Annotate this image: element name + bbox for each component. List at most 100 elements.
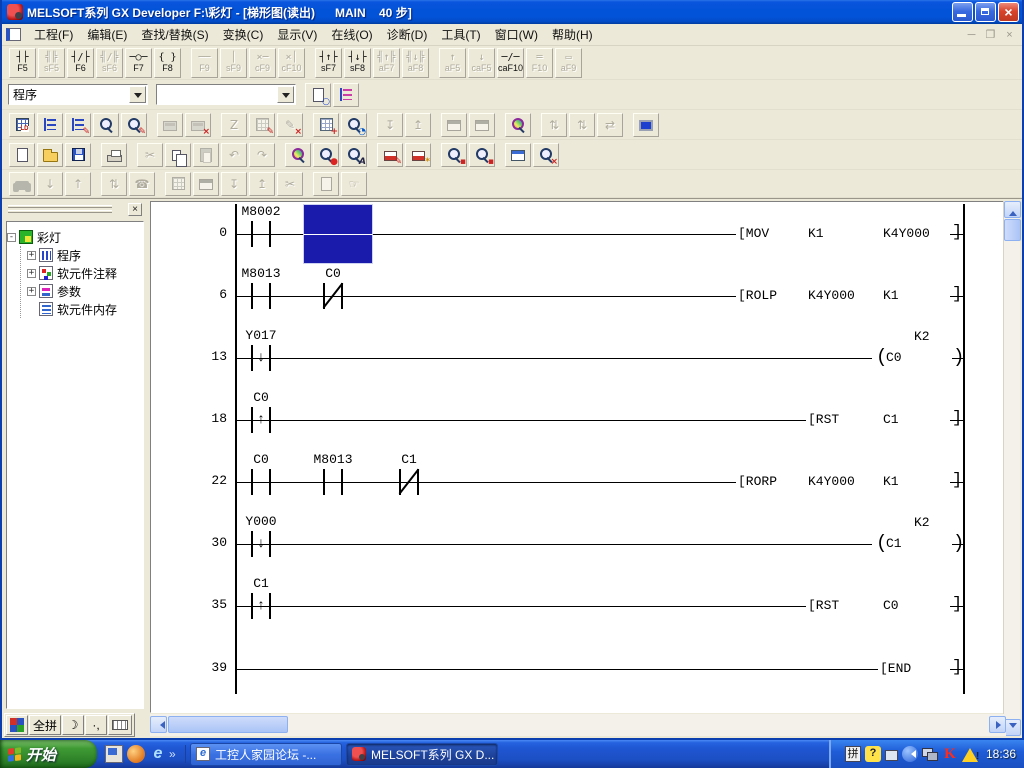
operand[interactable]: K1 (883, 473, 899, 491)
closed-contact[interactable] (323, 283, 343, 309)
start-button[interactable]: 开始 (0, 740, 97, 768)
tree-item-param[interactable]: +参数 (21, 282, 143, 300)
internet-explorer-icon[interactable]: e (149, 745, 167, 763)
coil-device[interactable]: C0 (886, 349, 902, 367)
trace-button[interactable]: * (405, 143, 431, 167)
closed-contact-button[interactable]: ┤/├F6 (67, 48, 94, 78)
ime-punctuation-button[interactable]: ·, (85, 715, 107, 735)
copy-button[interactable] (165, 143, 191, 167)
application-instruction-button[interactable]: { }F8 (154, 48, 181, 78)
zoom-out-button[interactable]: ▪ (441, 143, 467, 167)
find-device-button[interactable]: ● (313, 143, 339, 167)
alert-icon[interactable] (962, 748, 978, 762)
operand[interactable]: C0 (883, 597, 899, 615)
program-combo[interactable]: 程序 (8, 84, 148, 105)
falling-pulse-button[interactable]: ┤↓├sF8 (344, 48, 371, 78)
coil-button[interactable]: ─○─F7 (125, 48, 152, 78)
screen-switch-button[interactable] (505, 143, 531, 167)
open-contact[interactable] (251, 283, 271, 309)
ladder-monitor-button[interactable] (633, 113, 659, 137)
find-button[interactable] (285, 143, 311, 167)
ime-softkeyboard-button[interactable] (108, 715, 132, 735)
operand[interactable]: K4Y000 (808, 287, 855, 305)
grip-handle[interactable] (8, 210, 112, 213)
menu-编辑E[interactable]: 编辑(E) (80, 24, 134, 45)
language-window-icon[interactable] (885, 750, 898, 761)
task-ie-page[interactable]: 工控人家园论坛 -... (190, 743, 342, 766)
vertical-scrollbar[interactable] (1003, 201, 1020, 736)
quick-launch-more-chevron[interactable]: » (169, 745, 179, 763)
close-button[interactable]: × (998, 2, 1019, 22)
device-batch-button[interactable]: + (313, 113, 339, 137)
menu-工具T[interactable]: 工具(T) (434, 24, 487, 45)
open-contact-button[interactable]: ┤├F5 (9, 48, 36, 78)
monitor-write-mode-button[interactable]: ✎ (121, 113, 147, 137)
help-notify-icon[interactable]: ? (865, 746, 881, 762)
save-button[interactable] (65, 143, 91, 167)
scroll-down-button[interactable] (1004, 719, 1021, 736)
horizontal-scrollbar[interactable] (150, 714, 1006, 736)
device-find-combo[interactable] (156, 84, 296, 105)
comment-display-button[interactable]: ○ (305, 83, 331, 107)
hide-icons-chevron[interactable] (902, 746, 918, 762)
task-melsoft[interactable]: MELSOFT系列 GX D... (346, 743, 498, 766)
operand[interactable]: K4Y000 (883, 225, 930, 243)
mdi-restore-button[interactable]: ❐ (982, 27, 999, 42)
mdi-minimize-button[interactable]: ─ (963, 27, 980, 42)
menu-诊断D[interactable]: 诊断(D) (380, 24, 435, 45)
falling-pulse-contact[interactable]: ↓ (251, 531, 271, 557)
instruction-rst[interactable]: [RST (808, 597, 839, 615)
open-contact[interactable] (251, 469, 271, 495)
find-string-button[interactable]: A (341, 143, 367, 167)
expand-icon[interactable]: + (27, 287, 36, 296)
tree-item-comment[interactable]: +软元件注释 (21, 264, 143, 282)
menu-工程F[interactable]: 工程(F) (27, 24, 80, 45)
menu-在线O[interactable]: 在线(O) (324, 24, 379, 45)
falling-pulse-contact[interactable]: ↓ (251, 345, 271, 371)
menu-查找/替换S[interactable]: 查找/替换(S) (134, 24, 215, 45)
vertical-scroll-thumb[interactable] (1004, 219, 1021, 241)
read-mode-button[interactable] (37, 113, 63, 137)
device-test-button[interactable]: ✎ (377, 143, 403, 167)
ime-fullhalf-button[interactable]: ☽ (62, 715, 84, 735)
write-mode-button[interactable]: ✎ (65, 113, 91, 137)
tree-item-prog[interactable]: +程序 (21, 246, 143, 264)
scroll-up-button[interactable] (1004, 201, 1021, 218)
new-button[interactable] (9, 143, 35, 167)
open-button[interactable] (37, 143, 63, 167)
ladder-editor[interactable]: 0M8002[MOVK1K4Y000]6M8013C0[ROLPK4Y000K1… (150, 201, 1008, 713)
monitor-mode-button[interactable] (93, 113, 119, 137)
rising-pulse-contact[interactable]: ↑ (251, 593, 271, 619)
project-data-list-button[interactable] (333, 83, 359, 107)
horizontal-scroll-thumb[interactable] (168, 716, 288, 733)
operand[interactable]: K1 (883, 287, 899, 305)
mdi-close-button[interactable]: × (1001, 27, 1018, 42)
media-player-icon[interactable] (127, 745, 145, 763)
grip-handle[interactable] (8, 205, 112, 208)
ladder-symbol-view-button[interactable] (9, 113, 35, 137)
kaspersky-icon[interactable]: K (942, 746, 958, 762)
ladder-window-icon[interactable] (6, 28, 21, 41)
restore-button[interactable] (975, 2, 996, 22)
instruction-rorp[interactable]: [RORP (738, 473, 777, 491)
scroll-right-button[interactable] (989, 716, 1006, 733)
scroll-left-button[interactable] (150, 716, 167, 733)
print-button[interactable] (101, 143, 127, 167)
instruction-rst[interactable]: [RST (808, 411, 839, 429)
operand[interactable]: C1 (883, 411, 899, 429)
instruction-rolp[interactable]: [ROLP (738, 287, 777, 305)
closed-contact[interactable] (399, 469, 419, 495)
tree-close-button[interactable]: × (128, 203, 142, 216)
operand[interactable]: K1 (808, 225, 824, 243)
tree-item-project-root[interactable]: - 彩灯 (7, 228, 143, 246)
ime-logo-button[interactable] (6, 715, 28, 735)
rising-pulse-contact[interactable]: ↑ (251, 407, 271, 433)
instruction-mov[interactable]: [MOV (738, 225, 769, 243)
circuit-find-button[interactable] (505, 113, 531, 137)
open-contact[interactable] (323, 469, 343, 495)
zoom-in-button[interactable]: ▪ (469, 143, 495, 167)
show-desktop-icon[interactable] (105, 745, 123, 763)
chevron-down-icon[interactable] (277, 86, 294, 103)
edit-cursor[interactable] (303, 204, 373, 264)
menu-窗口W[interactable]: 窗口(W) (488, 24, 545, 45)
